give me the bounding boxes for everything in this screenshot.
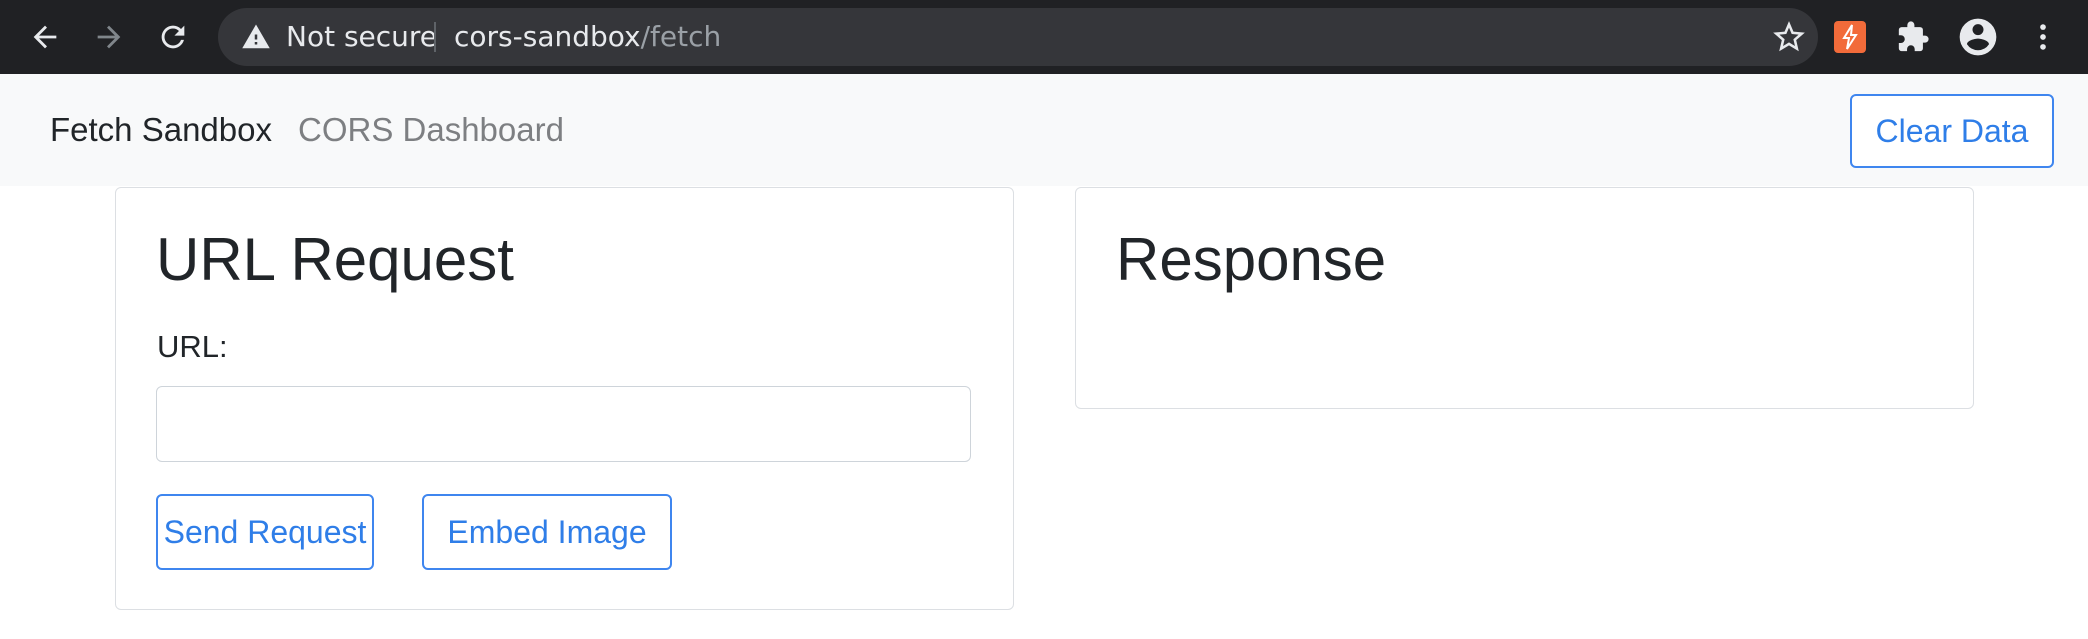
- kebab-menu-icon: [2040, 24, 2046, 50]
- reload-button[interactable]: [149, 13, 197, 61]
- extension-bolt-icon[interactable]: [1834, 21, 1866, 53]
- security-status[interactable]: Not secure: [286, 8, 437, 66]
- url-request-card: URL Request URL: Send Request Embed Imag…: [115, 187, 1014, 610]
- address-bar[interactable]: Not secure cors-sandbox/fetch: [218, 8, 1818, 66]
- profile-button[interactable]: [1954, 13, 2002, 61]
- warning-icon: [242, 24, 270, 49]
- response-title: Response: [1116, 226, 1387, 293]
- navbar-brand[interactable]: Fetch Sandbox: [50, 74, 272, 186]
- navbar: Fetch Sandbox CORS Dashboard Clear Data: [0, 74, 2088, 186]
- menu-button[interactable]: [2019, 13, 2067, 61]
- response-card: Response: [1075, 187, 1974, 409]
- url-host: cors-sandbox: [454, 20, 641, 53]
- url-request-title: URL Request: [156, 226, 514, 293]
- extensions-button[interactable]: [1889, 13, 1937, 61]
- embed-image-button[interactable]: Embed Image: [422, 494, 672, 570]
- forward-button[interactable]: [85, 13, 133, 61]
- profile-icon: [1959, 18, 1997, 56]
- browser-toolbar: Not secure cors-sandbox/fetch: [0, 0, 2088, 74]
- nav-link-cors-dashboard[interactable]: CORS Dashboard: [298, 74, 564, 186]
- star-icon[interactable]: [1770, 18, 1808, 56]
- back-arrow-icon: [33, 25, 57, 49]
- url-label: URL:: [157, 329, 228, 364]
- reload-icon: [161, 25, 185, 49]
- url-text[interactable]: cors-sandbox/fetch: [454, 8, 721, 66]
- puzzle-icon: [1898, 21, 1929, 52]
- send-request-button[interactable]: Send Request: [156, 494, 374, 570]
- omnibox-divider: [434, 22, 436, 52]
- forward-arrow-icon: [97, 25, 121, 49]
- url-input[interactable]: [156, 386, 971, 462]
- url-path: /fetch: [640, 20, 722, 53]
- clear-data-button[interactable]: Clear Data: [1850, 94, 2054, 168]
- back-button[interactable]: [21, 13, 69, 61]
